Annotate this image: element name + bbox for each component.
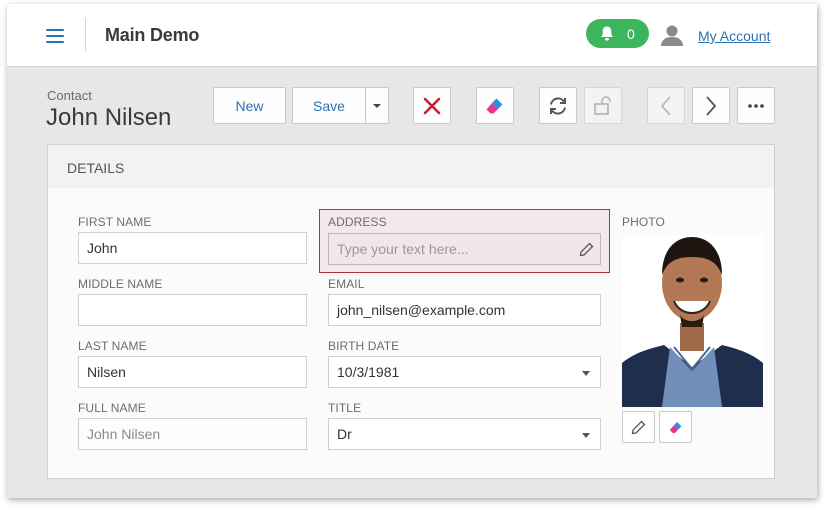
first-name-field[interactable]: John bbox=[78, 232, 307, 264]
previous-button[interactable] bbox=[647, 87, 685, 124]
app-window: Main Demo 0 My Account Contact John Nils… bbox=[7, 4, 817, 498]
chevron-down-icon bbox=[373, 103, 381, 108]
save-button[interactable]: Save bbox=[292, 87, 366, 124]
more-button[interactable] bbox=[737, 87, 775, 124]
header-divider bbox=[85, 18, 86, 52]
last-name-field[interactable]: Nilsen bbox=[78, 356, 307, 388]
hamburger-icon[interactable] bbox=[46, 28, 66, 44]
middle-name-label: MIDDLE NAME bbox=[78, 277, 163, 291]
app-title: Main Demo bbox=[105, 25, 200, 45]
chevron-left-icon bbox=[660, 95, 671, 116]
eraser-icon bbox=[486, 98, 503, 113]
bell-icon bbox=[601, 26, 613, 41]
top-header: Main Demo 0 My Account bbox=[7, 4, 817, 67]
title-label: TITLE bbox=[328, 401, 362, 415]
my-account-link[interactable]: My Account bbox=[698, 28, 770, 44]
full-name-label: FULL NAME bbox=[78, 401, 146, 415]
pencil-icon[interactable] bbox=[579, 242, 594, 257]
details-header: DETAILS bbox=[48, 145, 774, 188]
details-title: DETAILS bbox=[67, 160, 125, 176]
chevron-right-icon bbox=[706, 95, 717, 116]
birth-date-field[interactable]: 10/3/1981 bbox=[328, 356, 601, 388]
last-name-label: LAST NAME bbox=[78, 339, 147, 353]
delete-button[interactable] bbox=[413, 87, 451, 124]
notifications-button[interactable]: 0 bbox=[586, 19, 649, 48]
save-button-label: Save bbox=[313, 97, 345, 114]
birth-date-value: 10/3/1981 bbox=[337, 364, 400, 380]
address-input[interactable]: Type your text here... bbox=[328, 233, 601, 265]
address-label: ADDRESS bbox=[328, 215, 387, 229]
edit-photo-button[interactable] bbox=[622, 411, 655, 443]
first-name-label: FIRST NAME bbox=[78, 215, 152, 229]
eraser-icon bbox=[669, 421, 681, 433]
title-select[interactable]: Dr bbox=[328, 418, 601, 450]
photo-label: PHOTO bbox=[622, 215, 665, 229]
new-button-label: New bbox=[235, 97, 264, 114]
close-icon bbox=[423, 97, 441, 114]
next-button[interactable] bbox=[692, 87, 730, 124]
middle-name-field[interactable] bbox=[78, 294, 307, 326]
refresh-button[interactable] bbox=[539, 87, 577, 124]
address-group: ADDRESS Type your text here... bbox=[319, 209, 610, 273]
unlock-button[interactable] bbox=[584, 87, 622, 124]
contact-photo bbox=[622, 235, 763, 407]
clear-photo-button[interactable] bbox=[659, 411, 692, 443]
save-dropdown-button[interactable] bbox=[365, 87, 389, 124]
address-placeholder: Type your text here... bbox=[337, 241, 469, 257]
unlock-icon bbox=[594, 95, 611, 115]
clear-button[interactable] bbox=[476, 87, 514, 124]
title-value: Dr bbox=[337, 426, 352, 442]
page-title: John Nilsen bbox=[46, 104, 172, 131]
chevron-down-icon[interactable] bbox=[582, 371, 590, 376]
new-button[interactable]: New bbox=[213, 87, 286, 124]
birth-date-label: BIRTH DATE bbox=[328, 339, 400, 353]
notifications-count: 0 bbox=[627, 26, 635, 42]
chevron-down-icon[interactable] bbox=[582, 433, 590, 438]
user-icon bbox=[661, 25, 683, 46]
refresh-icon bbox=[550, 96, 566, 115]
email-label: EMAIL bbox=[328, 277, 365, 291]
pencil-icon bbox=[631, 420, 646, 434]
breadcrumb: Contact bbox=[47, 88, 92, 103]
details-card: DETAILS FIRST NAME John MIDDLE NAME LAST… bbox=[47, 144, 775, 479]
email-field[interactable]: john_nilsen@example.com bbox=[328, 294, 601, 326]
full-name-field: John Nilsen bbox=[78, 418, 307, 450]
ellipsis-icon bbox=[748, 103, 764, 108]
